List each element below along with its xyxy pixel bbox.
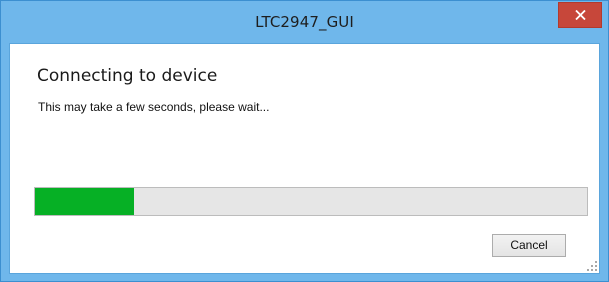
dialog-heading: Connecting to device xyxy=(37,66,218,86)
title-bar[interactable]: LTC2947_GUI xyxy=(1,1,608,43)
wait-message: This may take a few seconds, please wait… xyxy=(38,100,270,114)
dialog-window: LTC2947_GUI Connecting to device This ma… xyxy=(0,0,609,282)
window-title: LTC2947_GUI xyxy=(255,13,354,31)
close-button[interactable] xyxy=(558,2,602,28)
resize-grip-icon[interactable] xyxy=(587,261,597,271)
dialog-content: Connecting to device This may take a few… xyxy=(9,43,600,274)
close-icon xyxy=(575,10,586,20)
progress-fill xyxy=(35,188,135,215)
progress-bar xyxy=(34,187,588,216)
cancel-button[interactable]: Cancel xyxy=(492,234,566,257)
